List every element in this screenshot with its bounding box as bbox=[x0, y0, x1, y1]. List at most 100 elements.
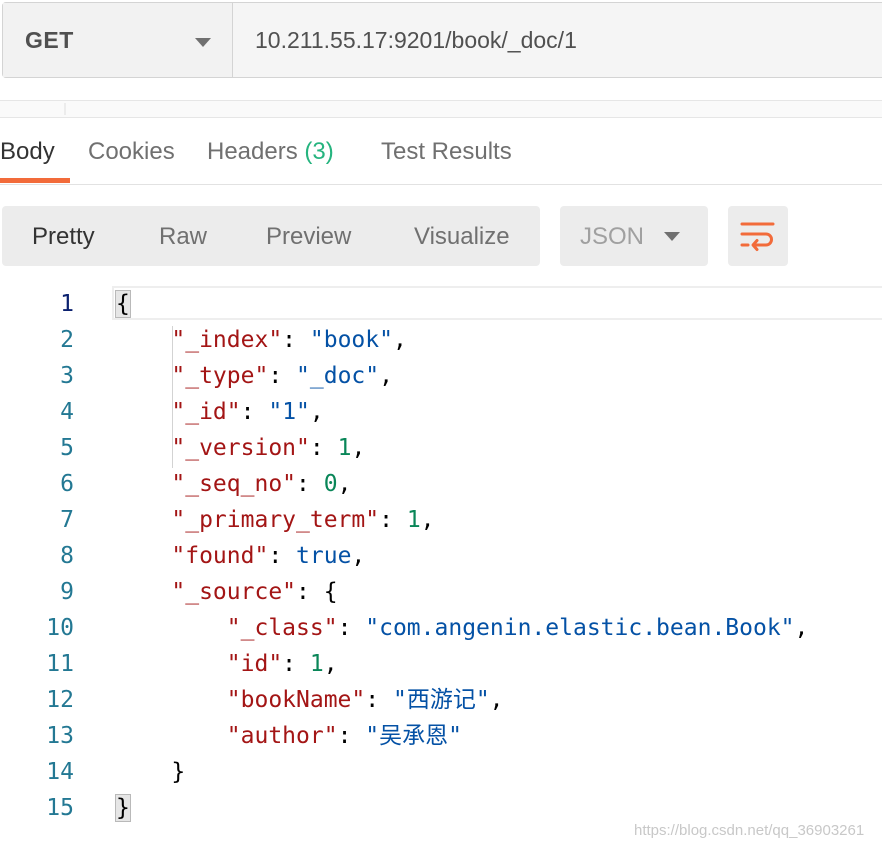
line-number: 3 bbox=[60, 363, 74, 389]
code-line: "bookName": "西游记", bbox=[116, 682, 504, 718]
code-token: : bbox=[337, 615, 366, 641]
request-options-strip bbox=[0, 100, 882, 118]
json-key: "_class" bbox=[226, 615, 338, 641]
json-string: "西游记" bbox=[392, 687, 490, 713]
code-token: : bbox=[268, 543, 297, 569]
code-token: , bbox=[323, 651, 338, 677]
json-number: 0 bbox=[323, 471, 338, 497]
json-key: "_source" bbox=[171, 579, 297, 605]
code-line: "_class": "com.angenin.elastic.bean.Book… bbox=[116, 610, 809, 646]
line-number: 6 bbox=[60, 471, 74, 497]
app-window: GET 10.211.55.17:9201/book/_doc/1 Body C… bbox=[0, 0, 882, 852]
json-key: "found" bbox=[171, 543, 269, 569]
code-token: : bbox=[365, 687, 393, 713]
indent-guide bbox=[172, 326, 173, 468]
line-number: 15 bbox=[46, 795, 74, 821]
view-visualize-button[interactable]: Visualize bbox=[414, 206, 510, 266]
tab-headers[interactable]: Headers (3) bbox=[207, 118, 334, 184]
json-key: "_version" bbox=[171, 435, 310, 461]
line-number: 9 bbox=[60, 579, 74, 605]
json-string: "1" bbox=[268, 399, 310, 425]
tab-label: Test Results bbox=[381, 138, 512, 165]
active-tab-indicator bbox=[0, 178, 70, 183]
code-token: , bbox=[379, 363, 393, 389]
view-preview-button[interactable]: Preview bbox=[266, 206, 351, 266]
code-line: "_id": "1", bbox=[116, 394, 323, 430]
line-number: 2 bbox=[60, 327, 74, 353]
matched-brace: { bbox=[115, 290, 131, 318]
method-select[interactable]: GET bbox=[3, 3, 233, 77]
json-key: "bookName" bbox=[226, 687, 366, 713]
code-token: , bbox=[351, 435, 366, 461]
json-number: 1 bbox=[406, 507, 421, 533]
json-key: "_id" bbox=[171, 399, 241, 425]
json-key: "_index" bbox=[171, 327, 283, 353]
current-line-highlight bbox=[112, 286, 882, 320]
json-key: "_primary_term" bbox=[171, 507, 380, 533]
line-number: 14 bbox=[46, 759, 74, 785]
code-token: : { bbox=[296, 579, 338, 605]
view-raw-button[interactable]: Raw bbox=[159, 206, 207, 266]
line-number: 7 bbox=[60, 507, 74, 533]
json-key: "author" bbox=[226, 723, 338, 749]
tab-body[interactable]: Body bbox=[0, 118, 55, 184]
matched-brace: } bbox=[115, 794, 131, 822]
response-tabs: Body Cookies Headers (3) Test Results bbox=[0, 118, 882, 185]
line-number: 1 bbox=[60, 291, 74, 317]
code-token: : bbox=[296, 471, 324, 497]
url-input[interactable]: 10.211.55.17:9201/book/_doc/1 bbox=[233, 3, 882, 77]
headers-count-badge: (3) bbox=[304, 138, 334, 165]
chevron-down-icon bbox=[664, 232, 680, 241]
code-line: "_type": "_doc", bbox=[116, 358, 393, 394]
tab-cookies[interactable]: Cookies bbox=[88, 118, 175, 184]
code-token: } bbox=[171, 759, 186, 785]
code-line: "_source": { bbox=[116, 574, 338, 610]
tab-test-results[interactable]: Test Results bbox=[381, 118, 512, 184]
json-number: 1 bbox=[309, 651, 324, 677]
json-string: "book" bbox=[309, 327, 393, 353]
response-body-editor[interactable]: 1 {2 "_index": "book", 3 "_type": "_doc", 4… bbox=[0, 284, 882, 844]
json-key: "_seq_no" bbox=[171, 471, 297, 497]
code-line: "_index": "book", bbox=[116, 322, 407, 358]
code-token: : bbox=[282, 327, 310, 353]
tab-label: Cookies bbox=[88, 138, 175, 165]
method-value: GET bbox=[25, 26, 74, 53]
code-line: } bbox=[116, 754, 185, 790]
code-token: : bbox=[268, 363, 297, 389]
code-line: "_version": 1, bbox=[116, 430, 365, 466]
code-token: , bbox=[420, 507, 435, 533]
view-pretty-button[interactable]: Pretty bbox=[32, 206, 95, 266]
json-number: 1 bbox=[337, 435, 352, 461]
json-key: "_type" bbox=[171, 363, 269, 389]
json-boolean: true bbox=[296, 543, 352, 569]
code-token: : bbox=[337, 723, 366, 749]
format-select[interactable]: JSON bbox=[560, 206, 708, 266]
line-number: 8 bbox=[60, 543, 74, 569]
code-token: : bbox=[282, 651, 310, 677]
json-string: "_doc" bbox=[296, 363, 380, 389]
code-token: : bbox=[379, 507, 407, 533]
wrap-lines-button[interactable] bbox=[728, 206, 788, 266]
code-token: , bbox=[794, 615, 809, 641]
code-token: , bbox=[392, 327, 407, 353]
line-number: 11 bbox=[46, 651, 74, 677]
view-mode-toolbar: Pretty Raw Preview Visualize bbox=[2, 206, 540, 266]
code-line: "found": true, bbox=[116, 538, 365, 574]
wrap-lines-icon bbox=[740, 222, 775, 251]
code-token: : bbox=[309, 435, 338, 461]
code-line: { bbox=[115, 286, 131, 322]
code-line: } bbox=[115, 790, 131, 826]
code-token: : bbox=[240, 399, 269, 425]
line-number: 4 bbox=[60, 399, 74, 425]
